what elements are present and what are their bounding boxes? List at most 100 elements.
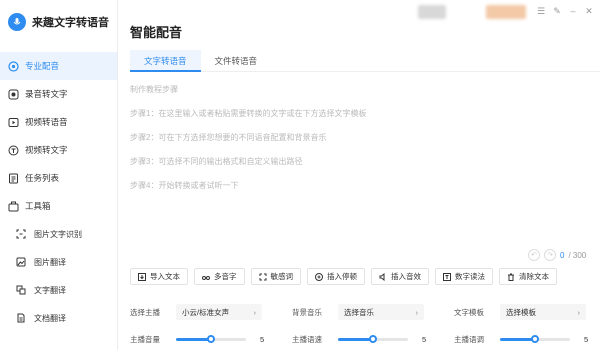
sidebar-subitem-label: 文字翻译 [34,285,66,295]
slider-fill [338,337,373,341]
tool-label: 清除文本 [519,272,549,281]
number-read-button[interactable]: 数字读法 [435,268,493,285]
slider-value: 5 [260,334,265,344]
anchor-select[interactable]: 小云/标准女声 › [176,304,262,320]
tool-label: 插入停顿 [327,272,357,281]
tab-file-to-speech[interactable]: 文件转语音 [201,50,272,72]
sidebar-item-label: 视频转语音 [25,117,68,127]
speed-setting: 主播语速 5 [292,331,426,347]
char-count-current: 0 [560,250,565,260]
image-translate-icon [16,257,26,267]
pitch-slider[interactable] [500,334,570,343]
toolbox-icon [8,201,19,212]
slider-thumb[interactable] [531,334,539,343]
polyphone-button[interactable]: 多音字 [194,268,245,285]
slider-value: 5 [584,334,589,344]
select-value: 选择音乐 [344,307,374,317]
select-value: 选择模板 [506,307,536,317]
clear-text-button[interactable]: 清除文本 [499,268,557,285]
tool-label: 多音字 [214,272,237,281]
tool-label: 数字读法 [455,272,485,281]
sidebar-subitem-label: 文档翻译 [34,313,66,323]
video-text-icon [8,145,19,156]
char-counter: ↶ ↷ 0 / 300 [528,249,586,261]
sidebar-item-label: 视频转文字 [25,145,68,155]
sidebar-item-record-to-text[interactable]: 录音转文字 [0,80,117,108]
page-title: 智能配音 [130,25,183,40]
sidebar-item-label: 录音转文字 [25,89,68,99]
sidebar-subitem-doc-translate[interactable]: 文档翻译 [0,304,117,332]
tool-label: 导入文本 [150,272,180,281]
sidebar-item-pro-dubbing[interactable]: 专业配音 [0,52,117,80]
sensitive-word-button[interactable]: 敏感词 [250,268,301,285]
chevron-right-icon: › [577,307,581,317]
brand: 来趣文字转语音 [0,0,117,44]
slider-thumb[interactable] [369,334,377,343]
chevron-right-icon: › [415,307,419,317]
editor-line: 制作教程步骤 [130,85,178,94]
polyphone-icon [202,273,210,281]
setting-label: 选择主播 [130,307,160,317]
app-name: 来趣文字转语音 [32,17,109,29]
sidebar-item-video-to-speech[interactable]: 视频转语音 [0,108,117,136]
sidebar-item-label: 任务列表 [25,173,60,183]
sidebar-item-video-to-text[interactable]: 视频转文字 [0,136,117,164]
slider-thumb[interactable] [207,334,215,343]
slider-track[interactable] [500,334,570,343]
bgm-select[interactable]: 选择音乐 › [338,304,424,320]
import-icon [138,272,146,281]
trash-icon [507,273,515,281]
pitch-setting: 主播语调 5 [454,331,588,347]
number-read-icon [443,272,451,281]
slider-track[interactable] [338,334,408,343]
volume-slider[interactable] [176,334,246,343]
undo-icon[interactable]: ↶ [528,249,540,261]
redo-icon[interactable]: ↷ [544,249,556,261]
setting-label: 主播语调 [454,334,484,344]
app-logo-icon [8,13,26,31]
video-icon [8,117,19,128]
sidebar-subitem-label: 图片翻译 [34,257,66,267]
tab-text-to-speech[interactable]: 文字转语音 [130,50,201,72]
tool-label: 敏感词 [270,272,294,281]
volume-setting: 主播音量 5 [130,331,264,347]
insert-sound-effect-button[interactable]: 插入音效 [371,268,429,285]
record-icon [8,89,19,100]
sidebar-subitem-label: 图片文字识别 [34,229,82,239]
microphone-icon [8,60,19,72]
editor-line: 步骤1：在这里输入或者粘贴需要转换的文字或在下方选择文字模板 [130,109,367,118]
sidebar-item-label: 工具箱 [25,201,51,211]
editor-line: 步骤3：可选择不同的输出格式和自定义输出路径 [130,157,303,166]
anchor-setting: 选择主播 小云/标准女声 › [130,304,262,320]
speed-slider[interactable] [338,334,408,343]
sidebar-subitem-image-translate[interactable]: 图片翻译 [0,248,117,276]
editor-line: 步骤2：可在下方选择您想要的不同语音配置和背景音乐 [130,133,327,142]
image-text-icon [16,229,26,239]
insert-pause-button[interactable]: 插入停顿 [307,268,365,285]
editor-toolbar: 导入文本 多音字 敏感词 插入停顿 插入音效 数字读法 清除文本 [130,268,557,285]
doc-translate-icon [16,313,26,323]
editor-line: 步骤4：开始转换或者试听一下 [130,181,239,190]
sidebar-item-toolbox[interactable]: 工具箱 [0,192,117,220]
import-text-button[interactable]: 导入文本 [130,268,188,285]
slider-track[interactable] [176,334,246,343]
setting-label: 主播语速 [292,334,322,344]
sidebar-subitem-image-ocr[interactable]: 图片文字识别 [0,220,117,248]
task-list-icon [8,173,19,184]
main-panel: 智能配音 文字转语音 文件转语音 制作教程步骤 步骤1：在这里输入或者粘贴需要转… [118,0,600,350]
sidebar-item-task-list[interactable]: 任务列表 [0,164,117,192]
sidebar-subitem-text-translate[interactable]: 文字翻译 [0,276,117,304]
sound-effect-icon [379,272,387,281]
slider-fill [176,337,211,341]
setting-label: 主播音量 [130,334,160,344]
template-setting: 文字模板 选择模板 › [454,304,586,320]
sidebar-item-label: 专业配音 [25,61,60,71]
tab-bar: 文字转语音 文件转语音 [130,50,600,72]
sidebar: 来趣文字转语音 专业配音 录音转文字 视频转语音 视频转文字 任务列表 工具箱 … [0,0,118,350]
setting-label: 背景音乐 [292,307,322,317]
pause-icon [315,272,323,281]
text-editor[interactable]: 制作教程步骤 步骤1：在这里输入或者粘贴需要转换的文字或在下方选择文字模板 步骤… [130,82,600,242]
template-select[interactable]: 选择模板 › [500,304,586,320]
text-translate-icon [16,285,26,295]
slider-fill [500,337,535,341]
